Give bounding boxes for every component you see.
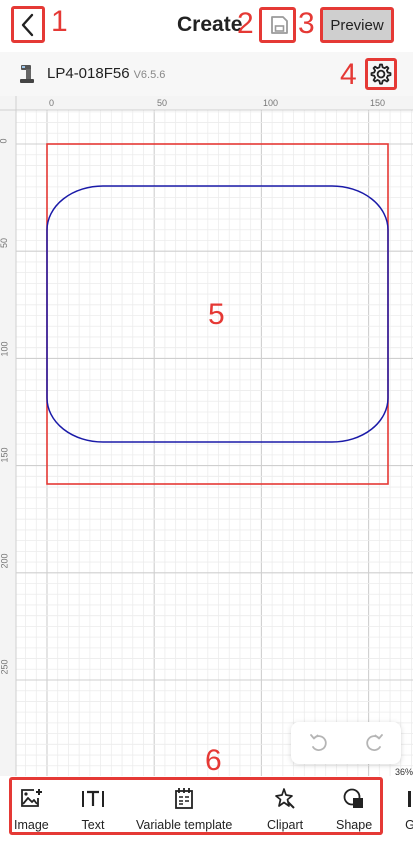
ruler-v-label-100: 100 xyxy=(0,341,10,357)
device-name-text: LP4-018F56 xyxy=(47,65,130,82)
annotation-number-4: 4 xyxy=(340,58,357,91)
ruler-v-label-50: 50 xyxy=(0,237,10,249)
ruler-v-label-150: 150 xyxy=(0,447,10,463)
annotation-number-2: 2 xyxy=(237,7,254,40)
redo-icon xyxy=(366,734,383,751)
ruler-h-label-0: 0 xyxy=(49,98,55,108)
ruler-h-label-150: 150 xyxy=(370,98,386,108)
printer-icon xyxy=(17,63,37,85)
undo-button[interactable] xyxy=(307,731,331,755)
partial-icon xyxy=(397,786,413,812)
ruler-h-label-50: 50 xyxy=(157,98,168,108)
design-canvas[interactable]: 0 50 100 150 0 50 100 150 200 250 xyxy=(0,96,413,776)
annotation-box-2 xyxy=(259,7,296,43)
undo-icon xyxy=(310,734,327,751)
tool-partial-label: G xyxy=(405,818,413,832)
canvas-grid xyxy=(0,96,413,776)
annotation-number-1: 1 xyxy=(51,5,68,38)
tool-partial[interactable]: G xyxy=(397,786,413,832)
annotation-box-3 xyxy=(320,7,394,43)
annotation-number-5: 5 xyxy=(208,298,225,331)
ruler-h-label-100: 100 xyxy=(263,98,279,108)
annotation-box-6 xyxy=(9,777,383,835)
device-version: V6.5.6 xyxy=(133,69,166,81)
annotation-number-6: 6 xyxy=(205,744,222,777)
redo-button[interactable] xyxy=(362,731,386,755)
undo-redo-panel xyxy=(291,722,401,764)
annotation-box-1 xyxy=(11,6,45,43)
ruler-v-label-0: 0 xyxy=(0,138,9,143)
annotation-box-4 xyxy=(365,58,397,90)
ruler-v-label-250: 250 xyxy=(0,659,10,675)
annotation-number-3: 3 xyxy=(298,7,315,40)
device-name: LP4-018F56 V6.5.6 xyxy=(47,65,165,82)
ruler-v-label-200: 200 xyxy=(0,553,10,569)
page-title: Create xyxy=(177,13,243,36)
